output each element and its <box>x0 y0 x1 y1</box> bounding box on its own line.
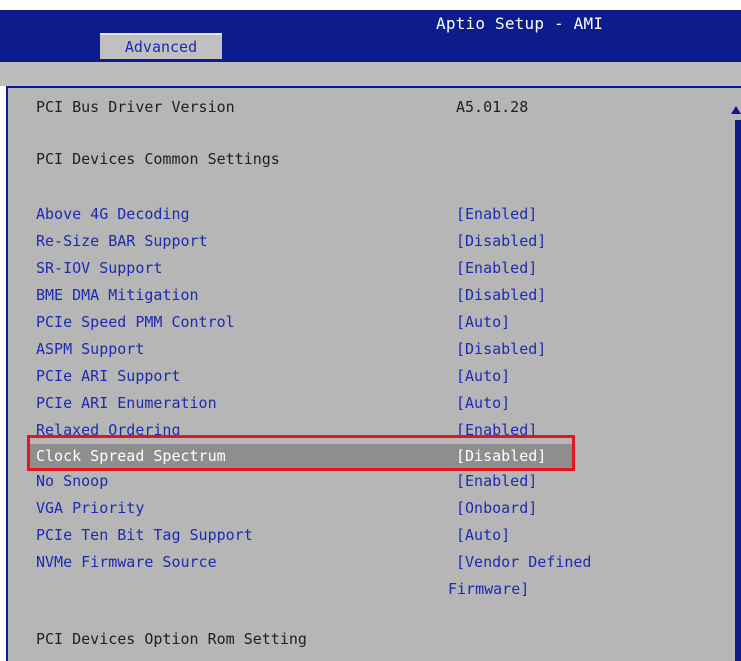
driver-version-value: A5.01.28 <box>456 98 529 116</box>
option-rom-heading-row: PCI Devices Option Rom Setting <box>8 628 728 650</box>
setting-value[interactable]: [Disabled] <box>456 284 546 306</box>
setting-value-continuation: Firmware] <box>448 580 530 598</box>
setting-row-nvme-firmware-source[interactable]: NVMe Firmware Source [Vendor Defined <box>8 551 728 573</box>
app-title: Aptio Setup - AMI <box>436 14 604 33</box>
setting-row-resize-bar[interactable]: Re-Size BAR Support [Disabled] <box>8 230 728 252</box>
scrollbar[interactable] <box>735 120 741 661</box>
setting-label: SR-IOV Support <box>36 259 163 277</box>
driver-version-row: PCI Bus Driver Version A5.01.28 <box>8 96 728 118</box>
setting-row-sriov[interactable]: SR-IOV Support [Enabled] <box>8 257 728 279</box>
setting-value[interactable]: [Auto] <box>456 311 510 333</box>
setting-row-ten-bit-tag[interactable]: PCIe Ten Bit Tag Support [Auto] <box>8 524 728 546</box>
tab-strip <box>0 62 741 86</box>
setting-row-aspm[interactable]: ASPM Support [Disabled] <box>8 338 728 360</box>
setting-label: ASPM Support <box>36 340 145 358</box>
setting-label: PCIe Ten Bit Tag Support <box>36 526 253 544</box>
setting-value[interactable]: [Vendor Defined <box>456 551 591 573</box>
option-rom-heading: PCI Devices Option Rom Setting <box>36 630 307 648</box>
setting-label: Above 4G Decoding <box>36 205 190 223</box>
setting-value[interactable]: [Disabled] <box>456 230 546 252</box>
setting-row-no-snoop[interactable]: No Snoop [Enabled] <box>8 470 728 492</box>
scroll-up-icon[interactable] <box>731 106 741 114</box>
setting-value[interactable]: [Enabled] <box>456 470 537 492</box>
tab-advanced[interactable]: Advanced <box>100 33 222 59</box>
setting-row-vga-priority[interactable]: VGA Priority [Onboard] <box>8 497 728 519</box>
setting-row-bme-dma[interactable]: BME DMA Mitigation [Disabled] <box>8 284 728 306</box>
setting-value[interactable]: [Auto] <box>456 392 510 414</box>
setting-value[interactable]: [Disabled] <box>456 338 546 360</box>
common-settings-heading-row: PCI Devices Common Settings <box>8 148 728 170</box>
setting-label: PCIe ARI Enumeration <box>36 394 217 412</box>
setting-row-pcie-speed-pmm[interactable]: PCIe Speed PMM Control [Auto] <box>8 311 728 333</box>
setting-label: BME DMA Mitigation <box>36 286 199 304</box>
setting-label: NVMe Firmware Source <box>36 553 217 571</box>
highlight-box <box>27 435 575 471</box>
setting-label: PCIe Speed PMM Control <box>36 313 235 331</box>
setting-label: No Snoop <box>36 472 109 490</box>
setting-value[interactable]: [Onboard] <box>456 497 537 519</box>
setting-label: PCIe ARI Support <box>36 367 181 385</box>
setting-value[interactable]: [Enabled] <box>456 257 537 279</box>
setting-label: VGA Priority <box>36 499 145 517</box>
setting-value[interactable]: [Auto] <box>456 365 510 387</box>
common-settings-heading: PCI Devices Common Settings <box>36 150 280 168</box>
setting-value[interactable]: [Auto] <box>456 524 510 546</box>
setting-label: Re-Size BAR Support <box>36 232 208 250</box>
driver-version-label: PCI Bus Driver Version <box>36 98 235 116</box>
setting-row-ari-enumeration[interactable]: PCIe ARI Enumeration [Auto] <box>8 392 728 414</box>
setting-row-ari-support[interactable]: PCIe ARI Support [Auto] <box>8 365 728 387</box>
setting-row-above-4g[interactable]: Above 4G Decoding [Enabled] <box>8 203 728 225</box>
setting-value[interactable]: [Enabled] <box>456 203 537 225</box>
